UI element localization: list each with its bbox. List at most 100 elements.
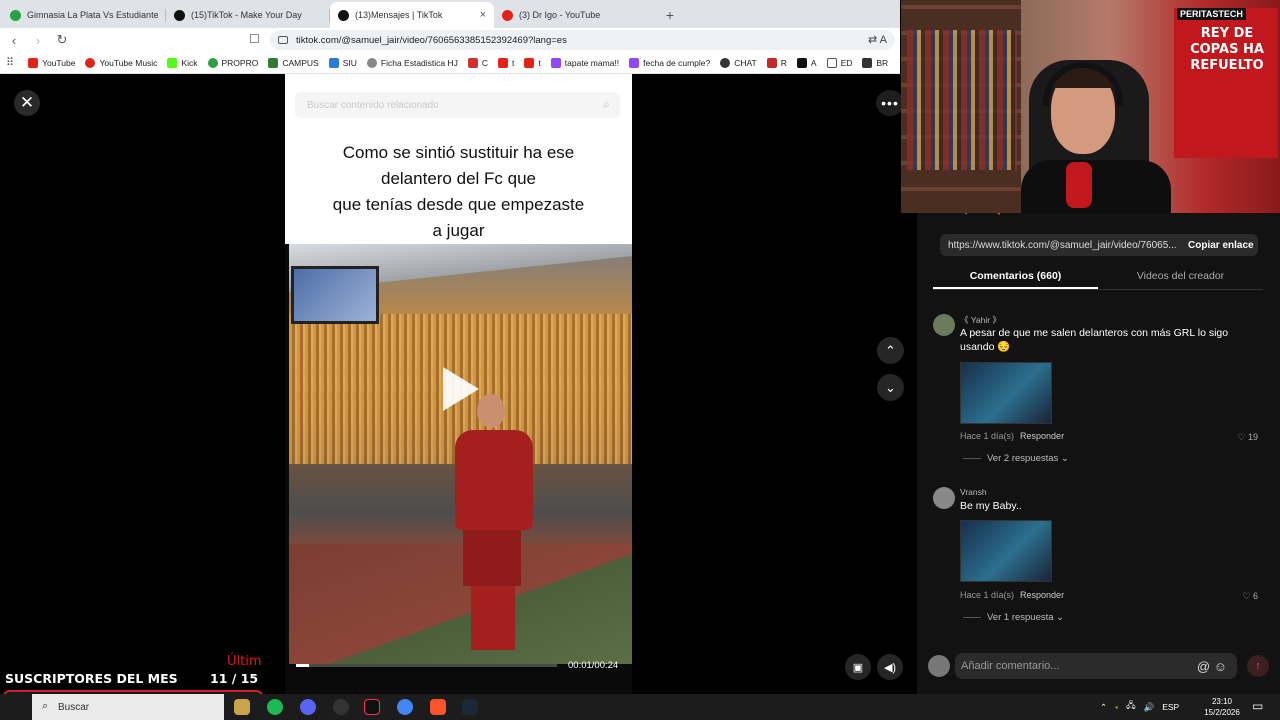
bookmark-campus[interactable]: CAMPUS	[268, 57, 319, 68]
video-progress-bar[interactable]	[296, 664, 557, 667]
obs-icon[interactable]	[333, 699, 349, 715]
overlay-label: Últim	[227, 654, 262, 669]
like-button[interactable]: ♡ 19	[1237, 432, 1258, 443]
reply-button[interactable]: Responder	[1020, 431, 1064, 441]
bookmark-ed[interactable]: ED	[826, 57, 852, 68]
replies-divider	[963, 457, 981, 459]
forward-icon[interactable]: ›	[28, 33, 48, 48]
bookmark-youtube[interactable]: YouTube	[28, 57, 75, 68]
caption-line: Como se sintió sustituir ha ese	[342, 143, 575, 162]
address-bar[interactable]: tiktok.com/@samuel_jair/video/7606563385…	[270, 30, 895, 50]
bookmark-ficha[interactable]: Ficha Estadistica HJ	[366, 57, 458, 68]
bookmark-propro[interactable]: PROPRO	[207, 57, 258, 68]
post-comment-icon[interactable]: ↑	[1247, 655, 1269, 677]
avatar[interactable]	[933, 487, 955, 509]
bookmark-br[interactable]: BR	[862, 57, 888, 68]
bookmark-kick[interactable]: Kick	[167, 57, 198, 68]
campus-icon	[268, 57, 279, 68]
tab-comments[interactable]: Comentarios (660)	[933, 266, 1098, 289]
tab-tiktok-messages[interactable]: (13)Mensajes | TikTok ×	[330, 2, 494, 28]
view-replies-button[interactable]: Ver 1 respuesta ⌄	[963, 612, 1064, 623]
bookmark-a[interactable]: A	[796, 57, 817, 68]
youtube-icon	[498, 57, 509, 68]
bookmark-c[interactable]: C	[467, 57, 488, 68]
twitch-icon	[550, 57, 561, 68]
discord-icon[interactable]	[300, 699, 316, 715]
comment-image[interactable]	[960, 520, 1052, 582]
steam-icon[interactable]	[462, 699, 478, 715]
avatar[interactable]	[933, 314, 955, 336]
site-info-icon[interactable]	[278, 36, 288, 44]
previous-video-icon[interactable]: ⌃	[877, 337, 904, 364]
picture-in-picture-icon[interactable]: ▣	[845, 654, 871, 680]
video-progress-fill	[296, 664, 310, 667]
chevron-up-icon[interactable]: ⌃	[1100, 702, 1107, 713]
add-comment-input[interactable]: Añadir comentario... @ ☺	[955, 653, 1237, 679]
bookmark-siu[interactable]: SIU	[328, 57, 357, 68]
bookmark-youtube-music[interactable]: YouTube Music	[85, 57, 157, 68]
volume-icon[interactable]: 🔊	[1144, 702, 1155, 713]
reply-button[interactable]: Responder	[1020, 590, 1064, 600]
close-tab-icon[interactable]: ×	[480, 9, 486, 21]
twitch-icon	[629, 57, 640, 68]
copy-link-button[interactable]: Copiar enlace	[1188, 240, 1254, 251]
bookmark-tapate[interactable]: tapate mama!!	[550, 57, 619, 68]
notification-icon[interactable]: ▭	[1252, 699, 1263, 713]
url-text: tiktok.com/@samuel_jair/video/7606563385…	[296, 34, 567, 46]
file-explorer-icon[interactable]	[234, 699, 250, 715]
taskbar-search-label: Buscar	[58, 701, 90, 713]
chrome-icon[interactable]	[397, 699, 413, 715]
brave-icon[interactable]	[430, 699, 446, 715]
view-replies-label: Ver 2 respuestas	[987, 453, 1059, 464]
related-search-input[interactable]: Buscar contenido relacionado ⌕	[295, 92, 620, 118]
x-icon	[796, 57, 807, 68]
footballer	[447, 394, 539, 654]
reload-icon[interactable]: ↻	[52, 32, 72, 48]
tab-creator-videos[interactable]: Videos del creador	[1098, 266, 1263, 289]
taskbar-search[interactable]: ⌕ Buscar	[32, 694, 224, 720]
nvidia-icon[interactable]: ▪	[1115, 702, 1118, 712]
volume-icon[interactable]: ◀)	[877, 654, 903, 680]
like-button[interactable]: ♡ 6	[1242, 591, 1258, 602]
next-video-icon[interactable]: ⌄	[877, 374, 904, 401]
network-icon[interactable]: 🖧	[1126, 700, 1135, 714]
spotify-icon[interactable]	[267, 699, 283, 715]
subs-label: SUSCRIPTORES DEL MES	[5, 671, 178, 686]
bookmark-icon[interactable]: ☐	[249, 32, 260, 46]
comment-image[interactable]	[960, 362, 1052, 424]
bookmark-r[interactable]: R	[766, 57, 787, 68]
view-replies-button[interactable]: Ver 2 respuestas ⌄	[963, 453, 1069, 464]
share-link-url[interactable]: https://www.tiktok.com/@samuel_jair/vide…	[948, 240, 1180, 251]
tab-youtube[interactable]: (3) Dr Igo - YouTube	[494, 2, 658, 28]
streamer-shirt	[1021, 160, 1171, 213]
bookmark-chat[interactable]: CHAT	[720, 57, 757, 68]
apps-icon[interactable]: ⠿	[6, 56, 14, 69]
caption-line: a jugar	[432, 221, 485, 240]
tiktok-icon[interactable]	[364, 699, 380, 715]
clock-time: 23:10	[1211, 697, 1233, 706]
video-frame[interactable]	[289, 244, 632, 664]
subs-count: 11 / 15	[210, 671, 259, 686]
bookmark-fecha[interactable]: fecha de cumple?	[629, 57, 710, 68]
mention-emoji-icons[interactable]: @ ☺	[1197, 659, 1227, 674]
tiktok-icon	[338, 9, 349, 21]
bookmark-t2[interactable]: t	[524, 57, 541, 68]
bookmark-t1[interactable]: t	[498, 57, 514, 68]
comment-username[interactable]: 《 Yahir 》	[960, 314, 1001, 326]
back-icon[interactable]: ‹	[4, 33, 24, 48]
flag-banner-text: REY DE COPAS HA REFUELTO	[1190, 26, 1264, 73]
close-icon[interactable]: ✕	[14, 90, 40, 116]
more-options-icon[interactable]: •••	[876, 90, 904, 116]
c-icon	[467, 57, 478, 68]
translate-icon[interactable]: ⇄ A	[868, 33, 887, 46]
clock[interactable]: 23:10 15/2/2026	[1200, 696, 1244, 718]
comment-username[interactable]: Vransh	[960, 487, 987, 497]
youtube-music-icon	[85, 57, 96, 68]
language-indicator[interactable]: ESP	[1162, 702, 1179, 712]
tab-tiktok-home[interactable]: (15)TikTok - Make Your Day	[166, 2, 330, 28]
caption-line: que tenías desde que empezaste	[332, 195, 585, 214]
play-icon[interactable]	[443, 367, 479, 411]
new-tab-button[interactable]: +	[658, 2, 682, 28]
tab-gimnasia[interactable]: Gimnasia La Plata Vs Estudiantes de	[2, 2, 166, 28]
search-icon[interactable]: ⌕	[603, 97, 610, 112]
